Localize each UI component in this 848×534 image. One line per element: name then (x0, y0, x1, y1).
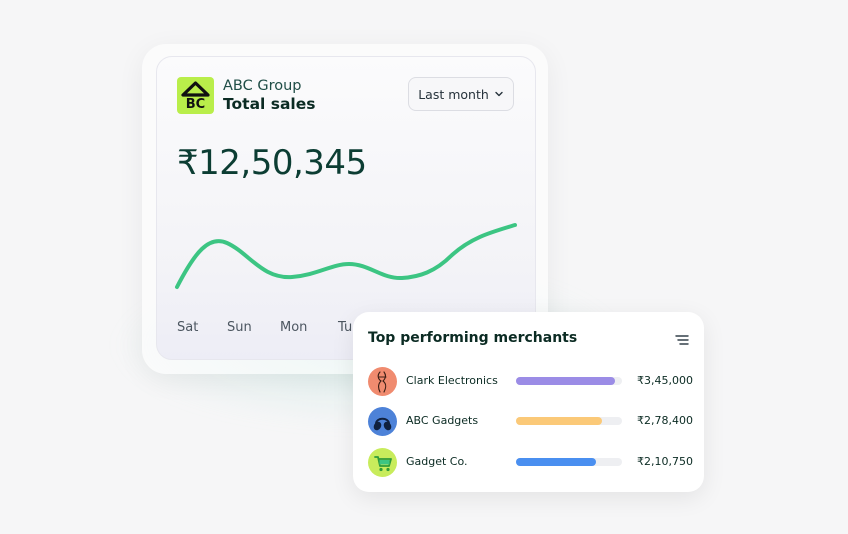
merchant-name: Clark Electronics (406, 374, 498, 387)
day-label-mon: Mon (280, 320, 308, 335)
merchant-amount: ₹2,10,750 (637, 455, 693, 468)
svg-text:BC: BC (186, 97, 205, 112)
merchant-amount: ₹3,45,000 (637, 374, 693, 387)
total-sales-amount: ₹12,50,345 (177, 143, 367, 183)
filter-icon[interactable] (675, 334, 689, 346)
merchant-name: Gadget Co. (406, 455, 468, 468)
merchant-bar-track (516, 458, 622, 466)
headphones-icon (368, 407, 397, 436)
merchant-amount: ₹2,78,400 (637, 414, 693, 427)
merchant-bar-track (516, 377, 622, 385)
merchant-bar-fill (516, 377, 615, 385)
day-label-sat: Sat (177, 320, 199, 335)
shopping-cart-icon (368, 448, 397, 477)
merchant-bar-fill (516, 417, 602, 425)
day-label-sun: Sun (227, 320, 252, 335)
merchants-title: Top performing merchants (368, 330, 578, 346)
abc-logo-icon: BC (177, 77, 214, 114)
top-merchants-card: Top performing merchants Clark Electroni… (353, 312, 704, 492)
merchant-name: ABC Gadgets (406, 414, 479, 427)
period-label: Last month (418, 86, 489, 102)
merchant-bar-track (516, 417, 622, 425)
merchant-row[interactable]: Clark Electronics ₹3,45,000 (368, 367, 693, 399)
chevron-down-icon (495, 91, 503, 97)
period-dropdown[interactable]: Last month (408, 77, 514, 111)
electronics-figure-icon (368, 367, 397, 396)
merchant-row[interactable]: Gadget Co. ₹2,10,750 (368, 448, 693, 480)
brand-name: ABC Group (223, 78, 302, 94)
merchant-bar-fill (516, 458, 596, 466)
sales-trend-line (175, 223, 517, 289)
sales-trend-chart (175, 223, 517, 289)
merchant-row[interactable]: ABC Gadgets ₹2,78,400 (368, 407, 693, 439)
day-label-tue: Tu (338, 320, 353, 335)
card-title: Total sales (223, 95, 316, 113)
